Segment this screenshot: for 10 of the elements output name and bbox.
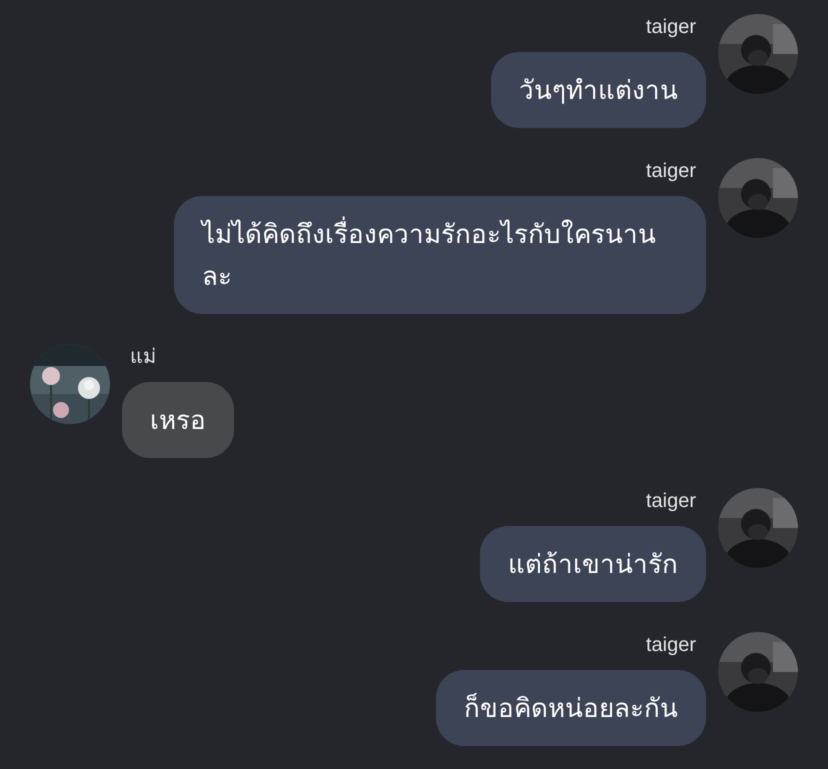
message-bubble: เหรอ xyxy=(122,382,234,458)
sender-name: taiger xyxy=(646,15,697,40)
message-bubble: แต่ถ้าเขาน่ารัก xyxy=(480,526,706,602)
sender-name: taiger xyxy=(646,489,697,514)
sender-name: taiger xyxy=(646,159,697,184)
message-bubble: ไม่ได้คิดถึงเรื่องความรักอะไรกับใครนานละ xyxy=(174,196,706,314)
message-bubble: ก็ขอคิดหน่อยละกัน xyxy=(436,670,706,746)
sender-name: taiger xyxy=(646,633,697,658)
message-bubble: วันๆทำแต่งาน xyxy=(491,52,706,128)
sender-name: แม่ xyxy=(129,345,156,370)
